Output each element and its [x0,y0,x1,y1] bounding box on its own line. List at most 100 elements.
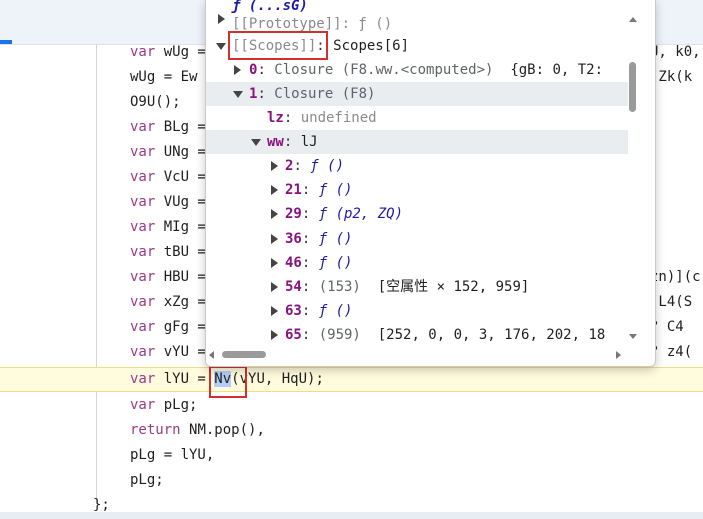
keyword: var [130,269,164,285]
keyword: var [130,219,164,235]
collapse-arrow-icon[interactable] [251,139,261,146]
scroll-left-icon[interactable] [209,351,214,359]
property-key: 29 [285,206,302,223]
scopes-value: Scopes[6] [333,38,410,54]
property-key: 36 [285,230,302,247]
property-key: 54 [285,279,302,295]
separator: : [301,303,319,320]
code-before: lYU = [163,371,215,387]
keyword: var [130,44,164,60]
expand-arrow-icon[interactable] [218,14,225,24]
property-key: lz [267,110,284,126]
keyword: return [130,422,190,438]
annotation-box-identifier [209,366,247,398]
horizontal-scrollbar[interactable] [206,348,640,362]
code-line[interactable]: pLg = lYU, [0,443,703,468]
keyword: var [130,119,164,135]
separator: : [301,230,319,247]
keyword: var [130,169,164,185]
keyword: var [130,294,164,310]
property-row[interactable]: 63: ƒ () [206,299,628,323]
scroll-right-icon[interactable] [616,351,621,359]
array-preview: [252, 0, 0, 3, 176, 202, 18 [377,327,606,344]
property-row[interactable]: 65: (959) [252, 0, 0, 3, 176, 202, 18 [206,323,628,347]
code-text: VUg = [163,194,206,210]
closure-1-row[interactable]: 1: Closure (F8) [206,82,628,106]
function-value: ƒ () [318,182,353,199]
separator: : [301,206,319,223]
expand-arrow-icon[interactable] [271,330,278,341]
code-text: pLg = lYU, [130,447,215,463]
function-value: ƒ (p2, ZQ) [318,206,404,223]
separator: : [301,182,319,199]
code-text: pLg; [163,397,198,413]
keyword: var [130,144,164,160]
code-line[interactable]: pLg; [0,468,703,493]
property-row[interactable]: 36: ƒ () [206,227,628,251]
property-value: lJ [300,134,318,150]
code-tail: [L4(S [650,294,693,310]
code-text: tBU = [163,244,206,260]
code-text: pLg; [130,472,164,488]
function-value: ƒ () [318,254,353,271]
expand-arrow-icon[interactable] [271,161,278,171]
code-text: O9U(); [130,94,181,110]
array-length: (153) [318,279,361,295]
horizontal-scrollbar-thumb[interactable] [222,351,266,358]
lz-row[interactable]: lz: undefined [206,106,628,130]
array-length: (959) [318,327,361,344]
closure-label: Closure (F8) [274,86,376,102]
code-text: wUg = Ew [130,69,198,85]
expand-arrow-icon[interactable] [271,209,278,220]
collapse-arrow-icon[interactable] [233,91,243,98]
function-value: ƒ () [310,158,345,174]
separator: : [293,158,311,174]
property-key: 21 [285,182,302,199]
property-key: 46 [285,254,302,271]
keyword: var [130,371,164,387]
separator: : [301,279,319,295]
expand-arrow-icon[interactable] [271,233,278,244]
keyword: var [130,397,164,413]
closure-label: Closure (F8.ww.<computed>) [274,62,494,78]
closure-0-row[interactable]: 0: Closure (F8.ww.<computed>) {gB: 0, T2… [206,58,628,82]
property-value: undefined [300,110,377,126]
collapse-arrow-icon[interactable] [216,43,226,50]
scroll-up-icon[interactable] [629,17,637,22]
annotation-box-scopes [228,31,328,60]
vertical-scrollbar-thumb[interactable] [629,62,636,112]
keyword: var [130,344,164,360]
property-row[interactable]: 2: ƒ () [206,154,628,178]
expand-arrow-icon[interactable] [271,257,278,268]
scroll-down-icon[interactable] [629,334,637,339]
array-preview: [空属性 × 152, 959] [377,279,530,295]
code-text: UNg = [163,144,206,160]
separator: : [301,327,319,344]
expand-arrow-icon[interactable] [271,282,278,292]
code-text: VcU = [163,169,206,185]
scope-popover[interactable]: ƒ (...sG) [[Prototype]]: ƒ () [[Scopes]]… [205,0,656,367]
code-text: HBU = [163,269,206,285]
property-row[interactable]: 29: ƒ (p2, ZQ) [206,202,628,226]
keyword: var [130,244,164,260]
keyword: var [130,319,164,335]
code-text: NM.pop(), [189,422,265,438]
code-text: gFg = [163,319,206,335]
code-line[interactable]: var pLg; [0,393,703,418]
editor-bottom-bar [0,512,703,519]
property-row[interactable]: 21: ƒ () [206,178,628,202]
property-row[interactable]: 46: ƒ () [206,251,628,275]
property-row[interactable]: 54: (153) [空属性 × 152, 959] [206,275,628,299]
ww-row[interactable]: ww: lJ [206,130,628,154]
function-value: ƒ () [318,303,353,320]
separator: : [301,254,319,271]
current-execution-line[interactable]: var lYU = Nv(vYU, HqU); [0,367,703,392]
property-key: 63 [285,303,302,320]
code-tail: U, k0, [650,44,701,60]
code-line[interactable]: return NM.pop(), [0,418,703,443]
expand-arrow-icon[interactable] [234,65,241,75]
expand-arrow-icon[interactable] [271,185,278,196]
closure-preview: {gB: 0, T2: [510,62,604,78]
code-text: MIg = [163,219,206,235]
expand-arrow-icon[interactable] [271,306,278,317]
